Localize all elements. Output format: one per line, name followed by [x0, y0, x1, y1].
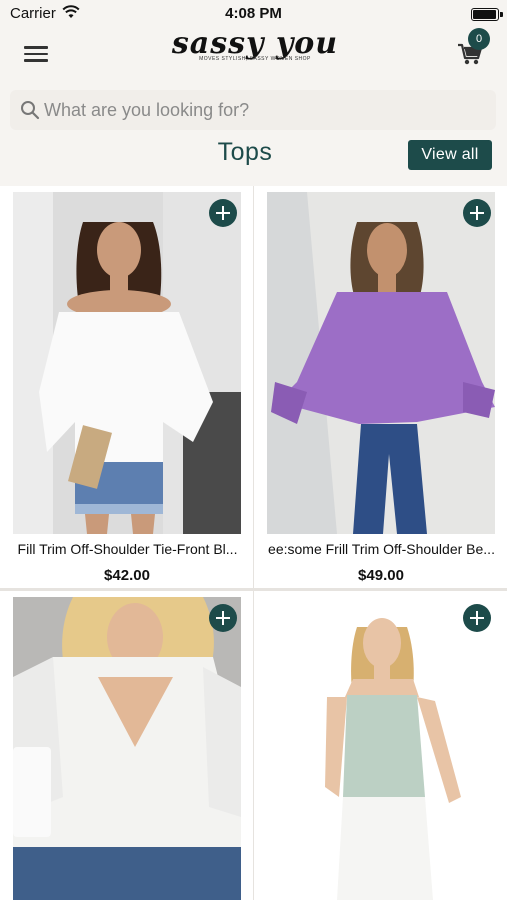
- battery-tip: [500, 12, 503, 17]
- hamburger-menu-icon[interactable]: [24, 42, 54, 66]
- add-to-cart-plus-icon[interactable]: [463, 199, 491, 227]
- product-image[interactable]: [13, 192, 241, 534]
- product-card[interactable]: Fill Trim Off-Shoulder Tie-Front Bl... $…: [0, 186, 253, 588]
- add-to-cart-plus-icon[interactable]: [463, 604, 491, 632]
- search-icon: [20, 100, 40, 125]
- battery-icon: [471, 8, 499, 21]
- product-grid: Fill Trim Off-Shoulder Tie-Front Bl... $…: [0, 186, 507, 900]
- product-price: $42.00: [104, 567, 150, 584]
- product-image[interactable]: [267, 597, 495, 900]
- product-price: $49.00: [358, 567, 404, 584]
- search-input[interactable]: [44, 90, 484, 130]
- product-image[interactable]: [267, 192, 495, 534]
- product-name[interactable]: ee:some Frill Trim Off-Shoulder Be...: [260, 541, 503, 557]
- clock: 4:08 PM: [225, 5, 282, 22]
- product-card[interactable]: [0, 591, 253, 900]
- status-bar: Carrier 4:08 PM: [0, 0, 507, 28]
- search-bar[interactable]: [10, 90, 496, 130]
- cart-count-badge: 0: [468, 28, 490, 50]
- app-header: sassy you MOVES STYLISH, SASSY WOMEN SHO…: [0, 28, 507, 84]
- brand-logo[interactable]: sassy you MOVES STYLISH, SASSY WOMEN SHO…: [160, 28, 350, 78]
- product-image[interactable]: [13, 597, 241, 900]
- product-card[interactable]: ee:some Frill Trim Off-Shoulder Be... $4…: [254, 186, 507, 588]
- product-card[interactable]: [254, 591, 507, 900]
- add-to-cart-plus-icon[interactable]: [209, 604, 237, 632]
- product-name[interactable]: Fill Trim Off-Shoulder Tie-Front Bl...: [6, 541, 249, 557]
- view-all-button[interactable]: View all: [408, 140, 492, 170]
- add-to-cart-plus-icon[interactable]: [209, 199, 237, 227]
